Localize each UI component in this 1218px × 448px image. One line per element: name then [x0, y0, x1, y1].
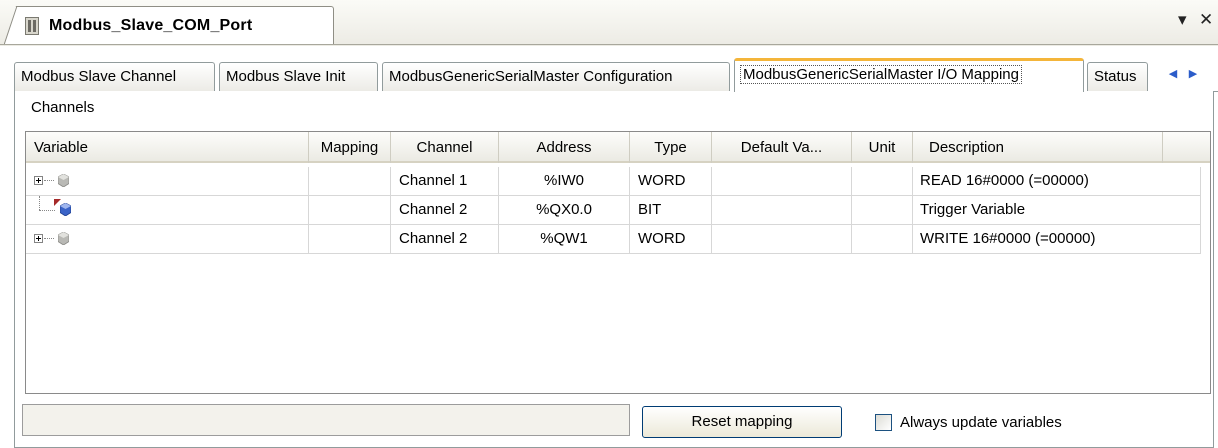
type-cell: WORD — [630, 167, 712, 196]
channel-cell: Channel 2 — [391, 196, 499, 225]
channels-label: Channels — [31, 99, 95, 116]
always-update-label[interactable]: Always update variables — [900, 414, 1062, 431]
column-header-type[interactable]: Type — [630, 132, 712, 163]
tab-generic-serial-master-configuration[interactable]: ModbusGenericSerialMaster Configuration — [382, 62, 730, 91]
mapping-cell[interactable] — [309, 196, 391, 225]
tree-connector — [39, 210, 55, 211]
gray-variable-icon — [58, 232, 69, 245]
column-header-address[interactable]: Address — [499, 132, 630, 163]
description-cell[interactable]: Trigger Variable — [913, 196, 1201, 225]
table-row[interactable]: Channel 2 %QX0.0 BIT Trigger Variable — [26, 196, 1210, 225]
address-cell: %QX0.0 — [499, 196, 630, 225]
expand-icon[interactable] — [34, 234, 43, 243]
channel-cell: Channel 1 — [391, 167, 499, 196]
grid-header: Variable Mapping Channel Address Type De… — [26, 132, 1210, 163]
tab-label: Modbus Slave Init — [226, 68, 346, 85]
tab-generic-serial-master-io-mapping[interactable]: ModbusGenericSerialMaster I/O Mapping — [734, 58, 1084, 92]
tab-label: ModbusGenericSerialMaster I/O Mapping — [740, 65, 1022, 84]
tree-connector — [44, 238, 54, 239]
document-tab-bar: Modbus_Slave_COM_Port ▾ ✕ — [0, 0, 1218, 46]
unit-cell[interactable] — [852, 225, 913, 254]
tab-scroll-right-icon[interactable]: ▶ — [1182, 63, 1204, 85]
table-row[interactable]: Channel 2 %QW1 WORD WRITE 16#0000 (=0000… — [26, 225, 1210, 254]
chevron-down-icon[interactable]: ▾ — [1178, 10, 1187, 30]
tree-connector — [44, 180, 54, 181]
address-cell: %QW1 — [499, 225, 630, 254]
address-cell: %IW0 — [499, 167, 630, 196]
column-header-default-value[interactable]: Default Va... — [712, 132, 852, 163]
tab-label: Status — [1094, 68, 1137, 85]
tab-label: ModbusGenericSerialMaster Configuration — [389, 68, 673, 85]
default-value-cell[interactable] — [712, 167, 852, 196]
column-header-description[interactable]: Description — [913, 132, 1163, 163]
type-cell: WORD — [630, 225, 712, 254]
close-icon[interactable]: ✕ — [1199, 10, 1213, 30]
gray-variable-icon — [58, 174, 69, 187]
variable-cell[interactable] — [26, 225, 309, 254]
always-update-checkbox[interactable] — [875, 413, 892, 431]
default-value-cell[interactable] — [712, 196, 852, 225]
unit-cell[interactable] — [852, 167, 913, 196]
unit-cell[interactable] — [852, 196, 913, 225]
io-mapping-panel: Channels Variable Mapping Channel Addres… — [14, 91, 1214, 448]
description-cell[interactable]: READ 16#0000 (=00000) — [913, 167, 1201, 196]
type-cell: BIT — [630, 196, 712, 225]
document-tab[interactable]: Modbus_Slave_COM_Port — [4, 6, 334, 45]
channel-cell: Channel 2 — [391, 225, 499, 254]
tab-scroll-left-icon[interactable]: ◀ — [1162, 63, 1184, 85]
expand-icon[interactable] — [34, 176, 43, 185]
variable-cell[interactable] — [26, 196, 309, 225]
column-header-unit[interactable]: Unit — [852, 132, 913, 163]
always-update-variables-option[interactable]: Always update variables — [875, 411, 1062, 433]
tab-label: Modbus Slave Channel — [21, 68, 177, 85]
reset-mapping-button[interactable]: Reset mapping — [642, 406, 842, 438]
mapping-cell[interactable] — [309, 225, 391, 254]
editor-tabs: Modbus Slave Channel Modbus Slave Init M… — [14, 58, 1218, 92]
blue-output-variable-icon — [60, 203, 71, 216]
mapping-cell[interactable] — [309, 167, 391, 196]
status-field — [22, 404, 630, 436]
tab-modbus-slave-init[interactable]: Modbus Slave Init — [219, 62, 378, 91]
column-header-variable[interactable]: Variable — [26, 132, 309, 163]
tab-slant — [4, 6, 18, 46]
tab-status[interactable]: Status — [1087, 62, 1148, 91]
device-icon — [25, 17, 39, 35]
document-title: Modbus_Slave_COM_Port — [49, 17, 253, 34]
tree-connector — [39, 196, 40, 210]
column-header-mapping[interactable]: Mapping — [309, 132, 391, 163]
io-mapping-grid[interactable]: Variable Mapping Channel Address Type De… — [25, 131, 1211, 394]
column-header-channel[interactable]: Channel — [391, 132, 499, 163]
description-cell[interactable]: WRITE 16#0000 (=00000) — [913, 225, 1201, 254]
default-value-cell[interactable] — [712, 225, 852, 254]
variable-cell[interactable] — [26, 167, 309, 196]
table-row[interactable]: Channel 1 %IW0 WORD READ 16#0000 (=00000… — [26, 167, 1210, 196]
tab-modbus-slave-channel[interactable]: Modbus Slave Channel — [14, 62, 215, 91]
